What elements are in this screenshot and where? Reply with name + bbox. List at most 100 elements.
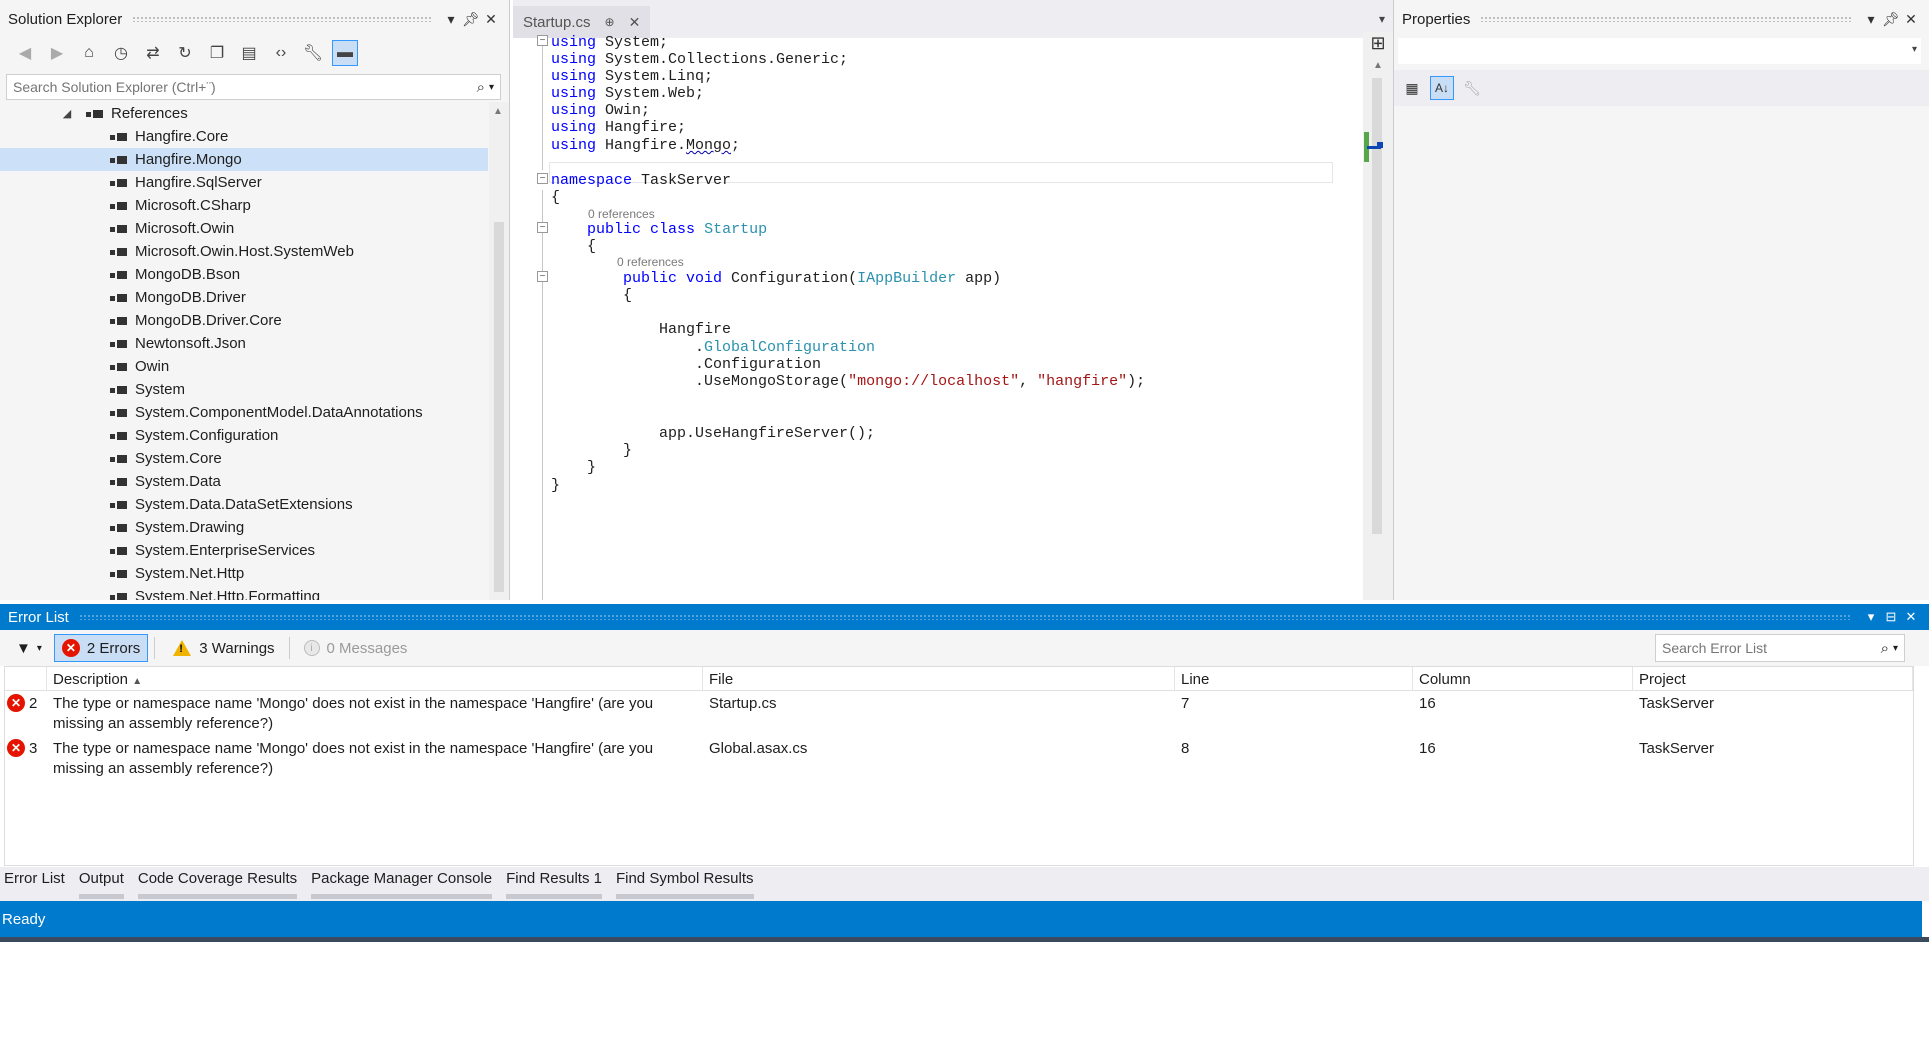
chevron-down-icon: ▾	[36, 642, 42, 654]
categorized-icon[interactable]: ▦	[1400, 76, 1424, 100]
messages-toggle-button[interactable]: i 0 Messages	[296, 634, 416, 662]
collapse-box-icon[interactable]: −	[537, 222, 548, 233]
editor-scrollbar[interactable]: ⊞ ▲	[1363, 32, 1393, 600]
warnings-toggle-button[interactable]: ! 3 Warnings	[165, 634, 282, 662]
reference-item[interactable]: MongoDB.Driver	[0, 286, 488, 309]
tab-find-symbol-results[interactable]: Find Symbol Results	[615, 867, 754, 899]
close-icon[interactable]: ✕	[1901, 11, 1921, 28]
tab-dropdown-icon[interactable]: ▾	[1379, 12, 1385, 26]
dropdown-icon[interactable]: ▾	[1861, 609, 1881, 625]
collapse-box-icon[interactable]: −	[537, 35, 548, 46]
reference-item[interactable]: MongoDB.Bson	[0, 263, 488, 286]
tree-node-references[interactable]: ◢ References	[0, 102, 488, 125]
error-row[interactable]: ✕ 2 The type or namespace name 'Mongo' do…	[5, 691, 1913, 736]
reference-item[interactable]: Microsoft.Owin.Host.SystemWeb	[0, 240, 488, 263]
scroll-up-icon[interactable]: ▲	[493, 106, 503, 117]
references-icon	[86, 109, 104, 119]
chevron-down-icon[interactable]: ▾	[489, 82, 494, 93]
forward-icon[interactable]: ▶	[44, 40, 70, 66]
refresh-icon[interactable]: ↻	[172, 40, 198, 66]
object-selector[interactable]: ▾	[1398, 38, 1921, 64]
tab-error-list[interactable]: Error List	[4, 867, 65, 899]
error-search-input[interactable]	[1662, 640, 1881, 656]
tab-package-manager-console[interactable]: Package Manager Console	[311, 867, 493, 899]
show-all-files-icon[interactable]: ▤	[236, 40, 262, 66]
column-file[interactable]: File	[703, 667, 1175, 690]
sync-icon[interactable]: ⇄	[140, 40, 166, 66]
reference-item[interactable]: Owin	[0, 355, 488, 378]
split-window-icon[interactable]: ⊞	[1367, 34, 1389, 52]
properties-icon[interactable]: 🔧︎	[300, 40, 326, 66]
assembly-reference-icon	[110, 178, 128, 188]
column-column[interactable]: Column	[1413, 667, 1633, 690]
alphabetical-icon[interactable]: A↓	[1430, 76, 1454, 100]
column-description[interactable]: Description ▲	[47, 667, 703, 690]
close-tab-icon[interactable]: ✕	[629, 14, 641, 31]
reference-item[interactable]: Hangfire.Mongo	[0, 148, 488, 171]
errors-toggle-button[interactable]: ✕ 2 Errors	[53, 634, 149, 662]
reference-item[interactable]: MongoDB.Driver.Core	[0, 309, 488, 332]
solution-scrollbar[interactable]: ▲	[489, 102, 509, 600]
chevron-down-icon[interactable]: ▾	[1893, 643, 1898, 654]
error-list-search[interactable]: ⌕ ▾	[1655, 634, 1905, 662]
preview-icon[interactable]: ▬	[332, 40, 358, 66]
reference-item[interactable]: Hangfire.SqlServer	[0, 171, 488, 194]
home-icon[interactable]: ⌂	[76, 40, 102, 66]
assembly-reference-icon	[110, 546, 128, 556]
reference-label: System.Net.Http	[135, 565, 245, 582]
reference-item[interactable]: System.Net.Http	[0, 562, 488, 585]
reference-item[interactable]: Hangfire.Core	[0, 125, 488, 148]
expand-triangle-icon[interactable]: ◢	[60, 107, 74, 120]
pin-icon[interactable]: ⊟	[1881, 609, 1901, 625]
reference-label: System.Net.Http.Formatting	[135, 588, 321, 600]
reference-item[interactable]: Newtonsoft.Json	[0, 332, 488, 355]
pin-icon[interactable]: 📌︎	[1881, 11, 1901, 28]
assembly-reference-icon	[110, 523, 128, 533]
reference-item[interactable]: System.Core	[0, 447, 488, 470]
error-row[interactable]: ✕ 3 The type or namespace name 'Mongo' do…	[5, 736, 1913, 781]
reference-item[interactable]: System.Drawing	[0, 516, 488, 539]
code-area[interactable]: − using System; using System.Collections.…	[513, 32, 1361, 600]
scrollbar-thumb[interactable]	[494, 222, 504, 592]
taskbar-strip	[0, 937, 1929, 942]
column-line[interactable]: Line	[1175, 667, 1413, 690]
property-pages-icon[interactable]: 🔧︎	[1460, 76, 1484, 100]
collapse-all-icon[interactable]: ❐	[204, 40, 230, 66]
chevron-down-icon[interactable]: ▾	[1912, 44, 1917, 55]
view-code-icon[interactable]: ‹›	[268, 40, 294, 66]
close-icon[interactable]: ✕	[481, 11, 501, 28]
reference-item[interactable]: System.Net.Http.Formatting	[0, 585, 488, 600]
reference-item[interactable]: System.ComponentModel.DataAnnotations	[0, 401, 488, 424]
tab-find-results-1[interactable]: Find Results 1	[506, 867, 602, 899]
pin-icon[interactable]: 📌︎	[461, 11, 481, 28]
reference-label: System.Configuration	[135, 427, 279, 444]
collapse-box-icon[interactable]: −	[537, 173, 548, 184]
tab-output[interactable]: Output	[78, 867, 124, 899]
back-icon[interactable]: ◀	[12, 40, 38, 66]
scroll-up-icon[interactable]: ▲	[1373, 60, 1383, 71]
reference-item[interactable]: System	[0, 378, 488, 401]
assembly-reference-icon	[110, 155, 128, 165]
reference-item[interactable]: Microsoft.CSharp	[0, 194, 488, 217]
close-icon[interactable]: ✕	[1901, 609, 1921, 625]
filter-button[interactable]: ▼ ▾	[10, 635, 48, 661]
reference-label: Owin	[135, 358, 170, 375]
reference-item[interactable]: System.EnterpriseServices	[0, 539, 488, 562]
solution-explorer-search[interactable]: ⌕ ▾	[6, 74, 501, 100]
reference-item[interactable]: System.Configuration	[0, 424, 488, 447]
dropdown-icon[interactable]: ▾	[441, 11, 461, 28]
assembly-reference-icon	[110, 454, 128, 464]
search-icon[interactable]: ⌕	[477, 79, 485, 96]
solution-search-input[interactable]	[13, 79, 477, 95]
pin-tab-icon[interactable]: ⊕	[605, 15, 615, 29]
reference-item[interactable]: System.Data	[0, 470, 488, 493]
search-icon[interactable]: ⌕	[1881, 640, 1889, 657]
collapse-box-icon[interactable]: −	[537, 271, 548, 282]
column-project[interactable]: Project	[1633, 667, 1913, 690]
tab-code-coverage-results[interactable]: Code Coverage Results	[137, 867, 298, 899]
reference-item[interactable]: Microsoft.Owin	[0, 217, 488, 240]
reference-label: System	[135, 381, 186, 398]
reference-item[interactable]: System.Data.DataSetExtensions	[0, 493, 488, 516]
history-icon[interactable]: ◷	[108, 40, 134, 66]
dropdown-icon[interactable]: ▾	[1861, 11, 1881, 28]
